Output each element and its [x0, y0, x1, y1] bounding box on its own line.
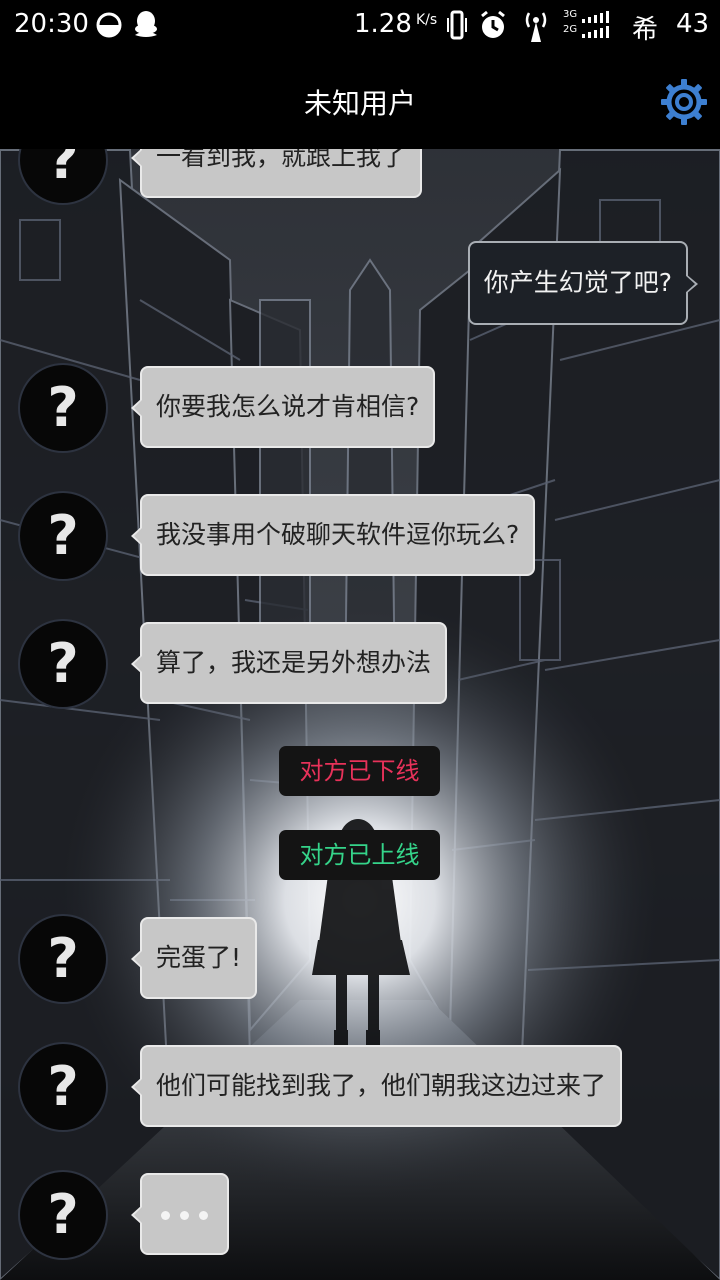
contact-avatar[interactable]: ? — [18, 363, 108, 453]
incoming-message[interactable]: 我没事用个破聊天软件逗你玩么? — [130, 494, 536, 576]
qq-icon — [135, 11, 157, 37]
contact-avatar[interactable]: ? — [18, 491, 108, 581]
incoming-message[interactable]: 完蛋了! — [130, 917, 258, 999]
chat-list[interactable]: ? 一看到我，就跟上我了 你产生幻觉了吧? ? 你要我怎么说才肯相信? ? 我没… — [0, 149, 720, 1280]
contact-avatar[interactable]: ? — [18, 914, 108, 1004]
typing-indicator — [131, 1173, 229, 1255]
gear-icon[interactable] — [660, 78, 708, 126]
contact-avatar[interactable]: ? — [18, 149, 108, 205]
outgoing-message[interactable]: 你产生幻觉了吧? — [467, 241, 699, 325]
contact-avatar[interactable]: ? — [18, 1042, 108, 1132]
incoming-message[interactable]: 他们可能找到我了，他们朝我这边过来了 — [130, 1045, 623, 1127]
status-bar: 20:30 1.28 K/s 3G 2G 希 43 — [0, 0, 720, 50]
net-speed: 1.28 — [354, 9, 412, 39]
half-moon-icon — [96, 12, 122, 38]
incoming-message[interactable]: 你要我怎么说才肯相信? — [130, 366, 436, 448]
incoming-message[interactable]: 一看到我，就跟上我了 — [130, 149, 423, 198]
status-notice-offline: 对方已下线 — [279, 746, 440, 796]
contact-avatar[interactable]: ? — [18, 619, 108, 709]
vibrate-icon — [447, 10, 467, 40]
signal-gen-2: 2G — [563, 24, 578, 35]
incoming-message[interactable]: 算了，我还是另外想办法 — [130, 622, 448, 704]
typing-dot — [180, 1210, 189, 1220]
carrier-label: 希 — [632, 15, 659, 45]
signal-bars-icon — [582, 11, 609, 38]
net-speed-unit: K/s — [416, 12, 438, 28]
typing-dot — [199, 1210, 208, 1220]
contact-avatar[interactable]: ? — [18, 1170, 108, 1260]
page-title: 未知用户 — [303, 87, 416, 120]
alarm-icon — [481, 10, 505, 38]
status-time: 20:30 — [14, 9, 89, 39]
battery-level: 43 — [676, 9, 710, 39]
signal-gen-1: 3G — [563, 9, 578, 20]
typing-dot — [161, 1210, 170, 1220]
title-bar: 未知用户 — [0, 50, 720, 149]
antenna-icon — [525, 12, 547, 42]
status-notice-online: 对方已上线 — [279, 830, 440, 880]
